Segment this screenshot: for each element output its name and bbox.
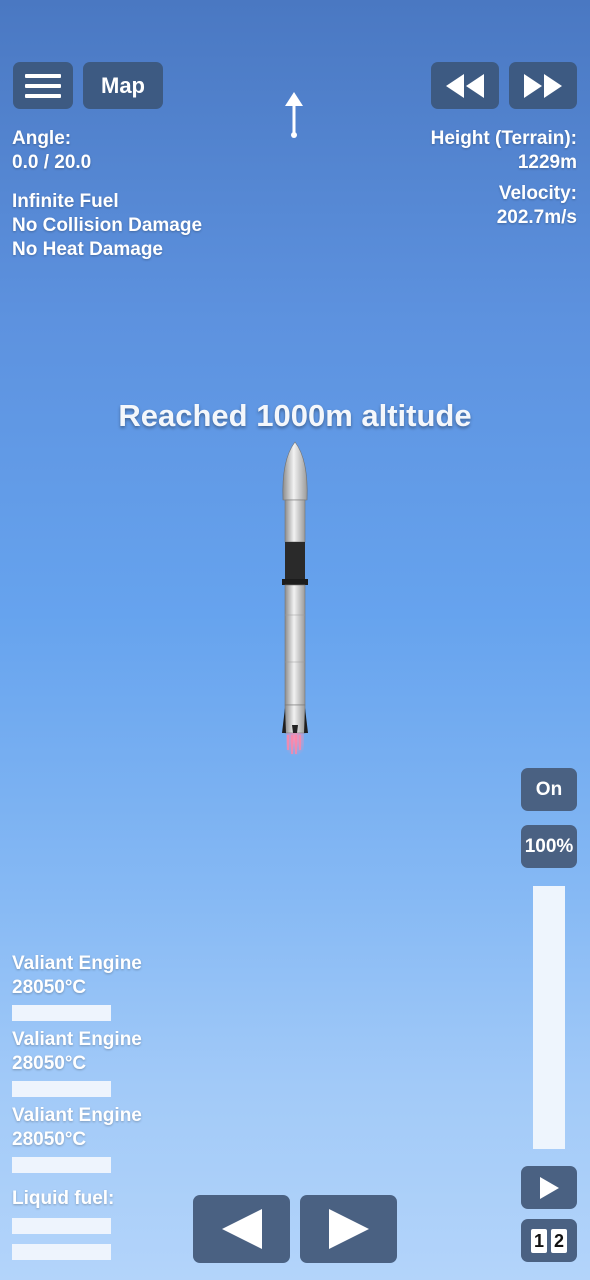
engine-1-bar: [12, 1005, 111, 1021]
engine-toggle-button[interactable]: On: [521, 768, 577, 811]
fuel-label: Liquid fuel:: [12, 1188, 115, 1209]
rotate-left-icon: [221, 1209, 262, 1249]
velocity-label: Velocity:: [498, 183, 577, 204]
map-button[interactable]: Map: [83, 62, 163, 109]
rotate-right-button[interactable]: [300, 1195, 397, 1263]
menu-button[interactable]: [13, 62, 73, 109]
throttle-label: 100%: [524, 835, 574, 857]
rewind-icon: [446, 73, 484, 98]
rotate-right-icon: [328, 1209, 369, 1249]
engine-toggle-label: On: [535, 778, 563, 800]
stage-selector[interactable]: 1 2: [521, 1219, 577, 1262]
stage-2-badge[interactable]: 2: [551, 1228, 567, 1253]
cheat-no-heat: No Heat Damage: [12, 239, 163, 260]
altitude-message: Reached 1000m altitude: [118, 398, 472, 433]
cheat-no-collision: No Collision Damage: [12, 215, 203, 236]
engine-3-name: Valiant Engine: [12, 1105, 142, 1126]
engine-3-bar: [12, 1157, 111, 1173]
velocity-value: 202.7m/s: [496, 207, 577, 228]
throttle-slider-fill: [533, 886, 565, 1149]
stage-1-badge[interactable]: 1: [531, 1228, 547, 1253]
hamburger-menu-icon: [25, 73, 61, 98]
map-label: Map: [101, 72, 145, 98]
up-arrow-icon: [285, 92, 303, 138]
fuel-bar-2: [12, 1244, 111, 1260]
engine-1-name: Valiant Engine: [12, 953, 142, 974]
engine-3-temp: 28050°C: [12, 1129, 87, 1150]
play-icon: [540, 1176, 559, 1199]
fast-forward-button[interactable]: [509, 62, 577, 109]
stage-button[interactable]: [521, 1166, 577, 1209]
rewind-button[interactable]: [431, 62, 499, 109]
rotate-left-button[interactable]: [193, 1195, 290, 1263]
height-label: Height (Terrain):: [430, 128, 577, 149]
fast-forward-icon: [524, 73, 562, 98]
height-value: 1229m: [517, 152, 577, 173]
fuel-bar-1: [12, 1218, 111, 1234]
engine-2-bar: [12, 1081, 111, 1097]
engine-2-temp: 28050°C: [12, 1053, 87, 1074]
cheat-infinite-fuel: Infinite Fuel: [12, 191, 119, 212]
throttle-button[interactable]: 100%: [521, 825, 577, 868]
engine-2-name: Valiant Engine: [12, 1029, 142, 1050]
angle-label: Angle:: [12, 128, 72, 149]
rocket: [282, 441, 308, 759]
throttle-slider[interactable]: [533, 886, 565, 1149]
engine-1-temp: 28050°C: [12, 977, 87, 998]
angle-value: 0.0 / 20.0: [12, 152, 92, 173]
